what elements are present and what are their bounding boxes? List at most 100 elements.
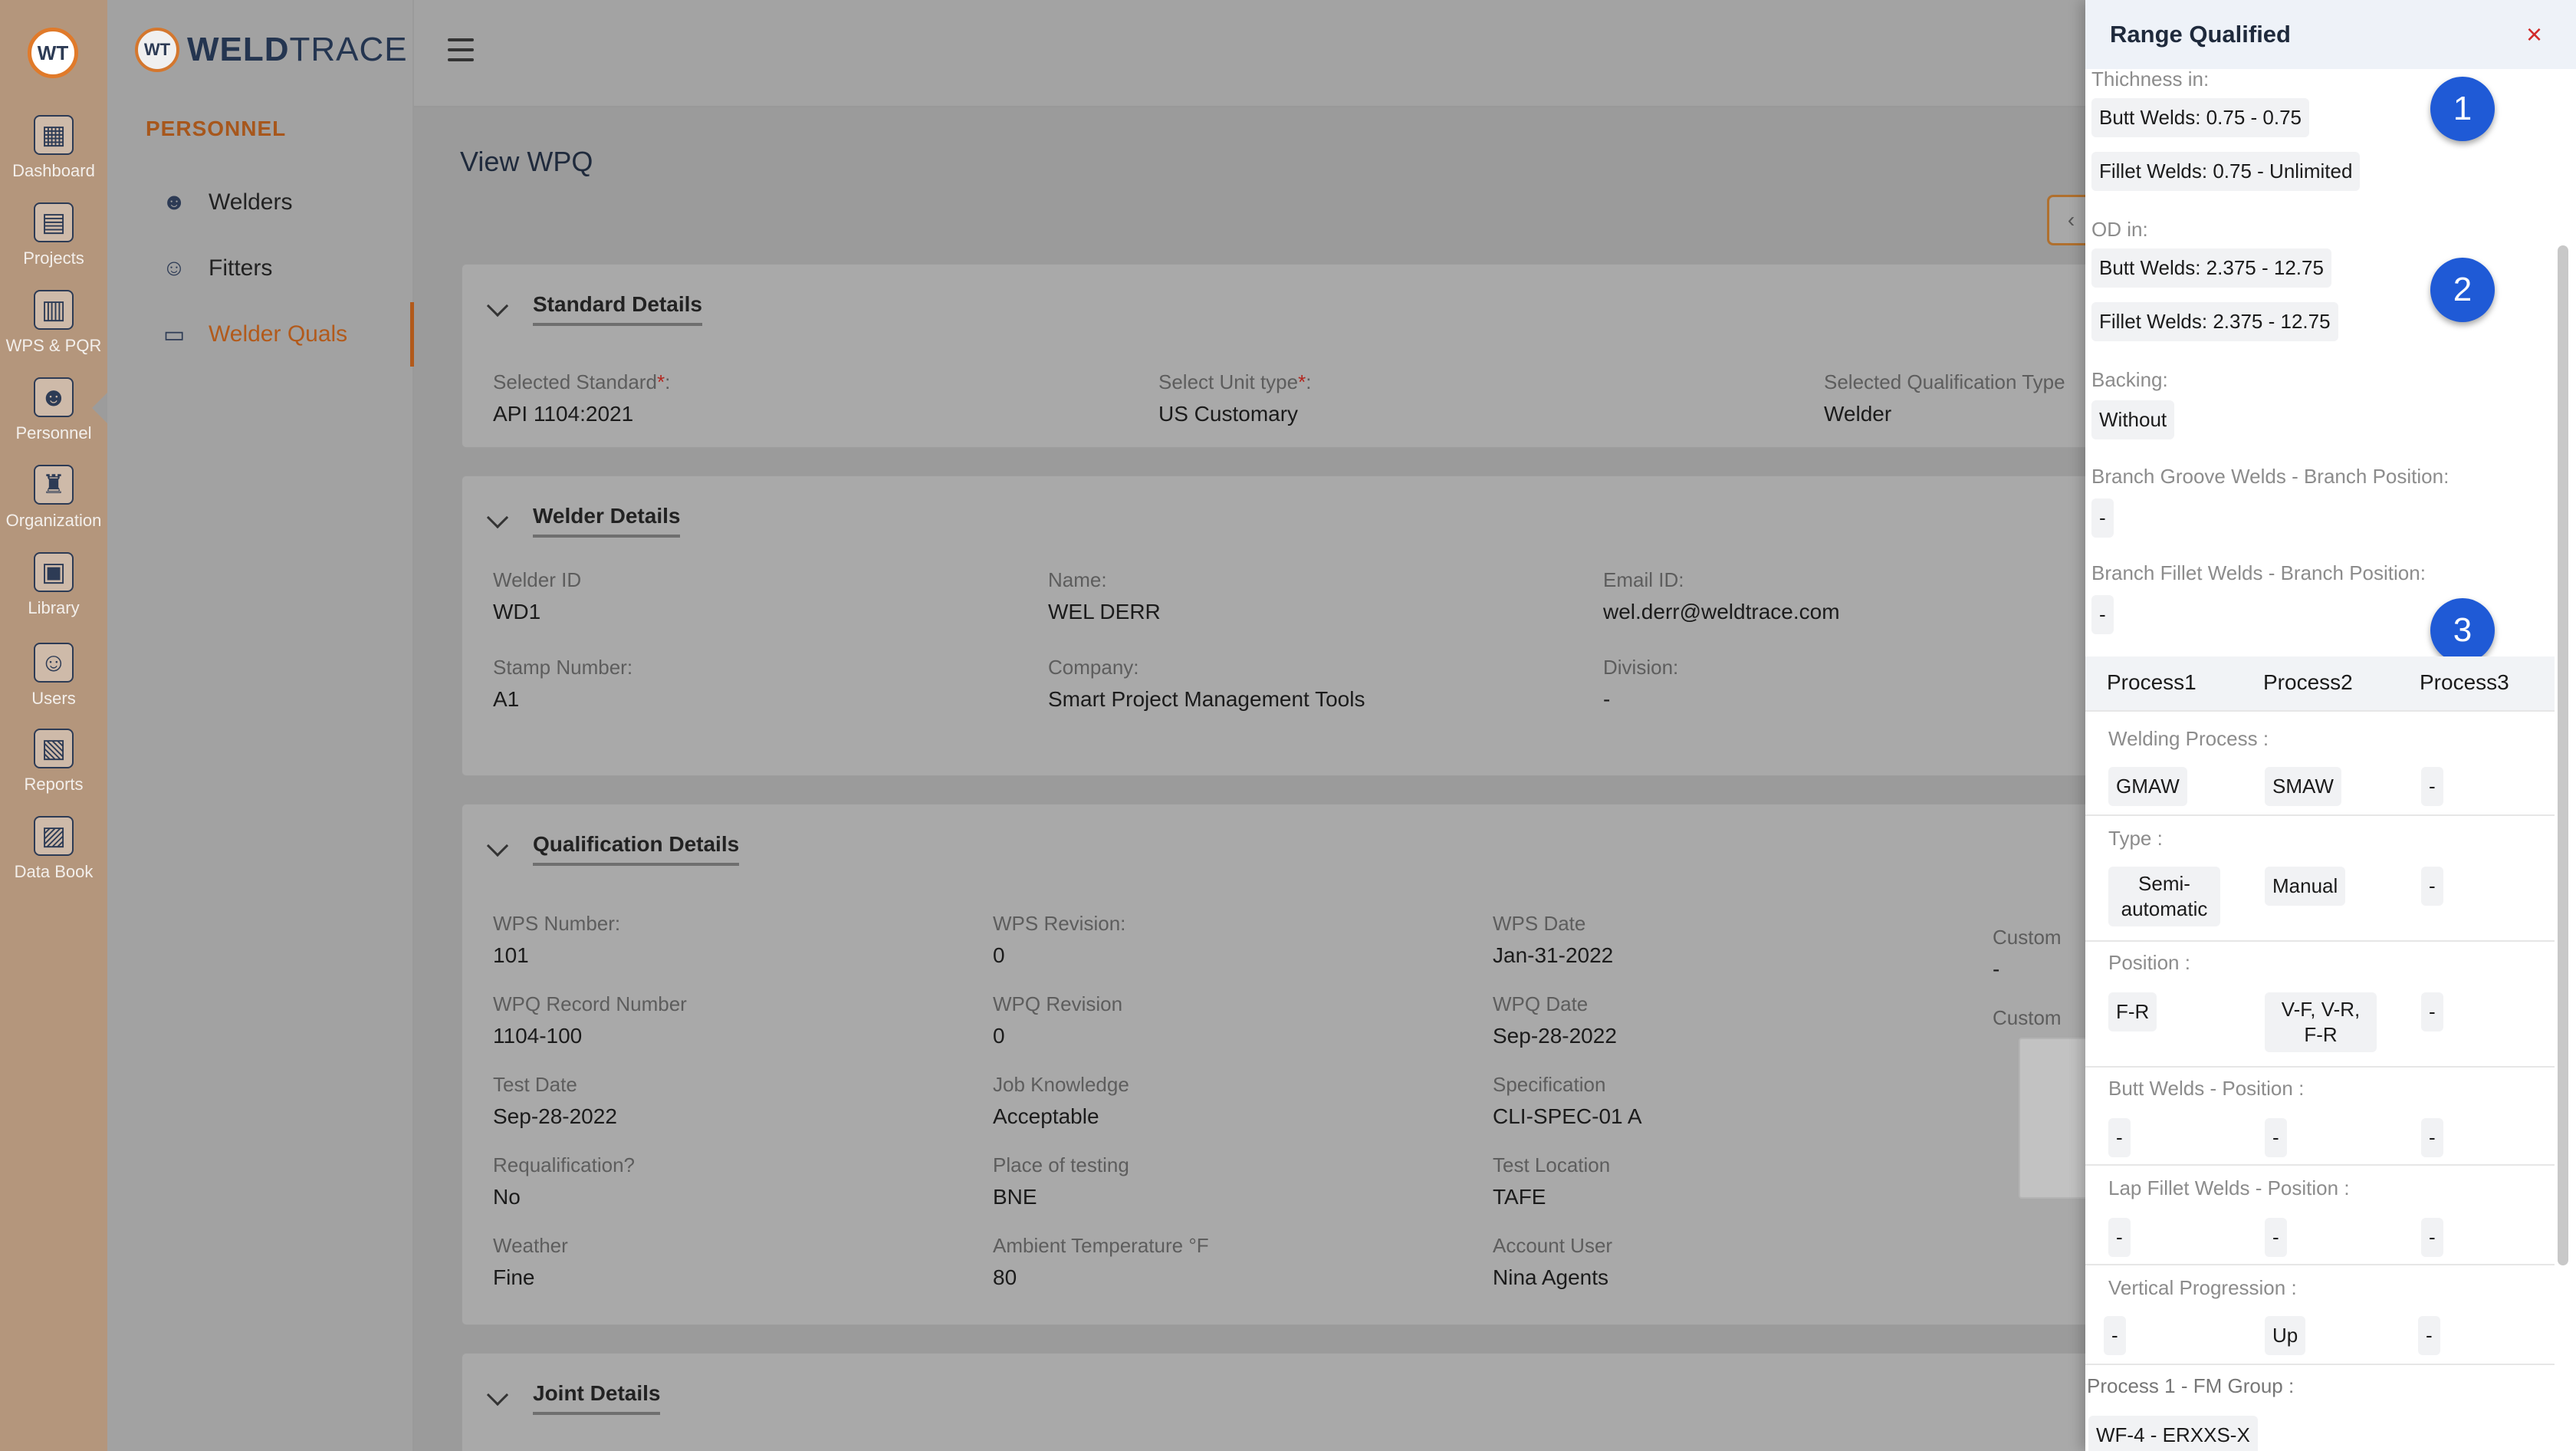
field-division: Division: - xyxy=(1603,656,1678,712)
card-title: Joint Details xyxy=(533,1381,661,1415)
table-divider xyxy=(2085,710,2555,712)
organization-icon: ♜ xyxy=(34,465,74,505)
field-label: Division: xyxy=(1603,656,1679,679)
field-value: Acceptable xyxy=(993,1104,1099,1128)
table-cell: - xyxy=(2421,867,2443,906)
rail-item-label: Users xyxy=(31,689,76,708)
field-wps-date: WPS Date Jan-31-2022 xyxy=(1493,912,1613,968)
top-bar xyxy=(414,0,2085,107)
field-value: US Customary xyxy=(1158,402,1299,426)
field-value: wel.derr@weldtrace.com xyxy=(1603,600,1840,624)
process-column-3: Process3 xyxy=(2420,670,2509,694)
field-value: 0 xyxy=(993,1024,1005,1048)
field-requalification: Requalification? No xyxy=(493,1153,635,1209)
projects-icon: ▤ xyxy=(34,202,74,242)
field-job-knowledge: Job Knowledge Acceptable xyxy=(993,1073,1129,1129)
table-divider xyxy=(2085,1066,2555,1068)
field-place-of-testing: Place of testing BNE xyxy=(993,1153,1129,1209)
table-cell: SMAW xyxy=(2265,767,2341,806)
rail-item-organization[interactable]: ♜ Organization xyxy=(0,465,107,549)
field-value: API 1104:2021 xyxy=(493,402,634,426)
rail-item-label: Personnel xyxy=(15,423,92,443)
field-label: Email ID: xyxy=(1603,568,1684,591)
rail-item-wps-pqr[interactable]: ▥ WPS & PQR xyxy=(0,290,107,374)
rail-item-data-book[interactable]: ▨ Data Book xyxy=(0,816,107,900)
od-fillet-chip: Fillet Welds: 2.375 - 12.75 xyxy=(2091,302,2338,341)
field-label: Selected Qualification Type xyxy=(1824,370,2065,393)
fm-group-label: Process 1 - FM Group : xyxy=(2087,1374,2295,1397)
qualification-details-toggle[interactable]: Qualification Details xyxy=(486,832,740,866)
drawer-scrollbar[interactable] xyxy=(2558,245,2568,1265)
step-marker-3: 3 xyxy=(2430,598,2495,663)
field-value: Sep-28-2022 xyxy=(493,1104,617,1128)
field-wpq-date: WPQ Date Sep-28-2022 xyxy=(1493,992,1617,1048)
field-value: No xyxy=(493,1185,521,1209)
drawer-header: Range Qualified × xyxy=(2085,0,2576,69)
table-cell: - xyxy=(2108,1218,2131,1257)
branch-fillet-chip: - xyxy=(2091,595,2114,634)
users-icon: ☺ xyxy=(34,643,74,683)
rail-item-label: Organization xyxy=(5,511,102,530)
field-label: Stamp Number: xyxy=(493,656,633,679)
field-custom-1: Custom - xyxy=(1993,926,2062,982)
backing-label: Backing: xyxy=(2091,368,2168,391)
rail-item-personnel[interactable]: ☻ Personnel xyxy=(0,377,107,462)
table-divider xyxy=(2085,1364,2555,1365)
sidebar-item-label: Welders xyxy=(209,189,293,215)
field-value: TAFE xyxy=(1493,1185,1546,1209)
table-cell: - xyxy=(2418,1316,2440,1355)
table-cell: - xyxy=(2104,1316,2126,1355)
table-divider xyxy=(2085,940,2555,942)
card-title: Qualification Details xyxy=(533,832,740,866)
close-icon[interactable]: × xyxy=(2526,18,2542,51)
field-value: Jan-31-2022 xyxy=(1493,943,1614,967)
backing-chip: Without xyxy=(2091,400,2175,439)
branch-groove-chip: - xyxy=(2091,498,2114,538)
field-label: Selected Standard xyxy=(493,370,657,393)
rail-item-label: Dashboard xyxy=(12,161,95,180)
field-label: Account User xyxy=(1493,1234,1613,1257)
rail-item-reports[interactable]: ▧ Reports xyxy=(0,729,107,813)
active-indicator xyxy=(92,393,107,423)
rail-item-dashboard[interactable]: ▦ Dashboard xyxy=(0,115,107,199)
thickness-butt-chip: Butt Welds: 0.75 - 0.75 xyxy=(2091,98,2309,137)
app-logo[interactable]: WT xyxy=(28,28,78,78)
brand-name-bold: WELD xyxy=(187,31,290,68)
fm-group-chip: WF-4 - ERXXS-X xyxy=(2088,1416,2258,1451)
sidebar-item-welders[interactable]: ☻ Welders xyxy=(107,170,414,235)
table-cell: - xyxy=(2265,1118,2287,1157)
brand-logo[interactable]: WT WELDTRACE xyxy=(135,28,408,72)
rail-item-library[interactable]: ▣ Library xyxy=(0,552,107,637)
field-test-location: Test Location TAFE xyxy=(1493,1153,1610,1209)
field-value: A1 xyxy=(493,687,520,711)
standard-details-toggle[interactable]: Standard Details xyxy=(486,292,702,326)
library-icon: ▣ xyxy=(34,552,74,592)
field-value: CLI-SPEC-01 A xyxy=(1493,1104,1642,1128)
sidebar-section-title: PERSONNEL xyxy=(146,117,287,140)
table-cell: - xyxy=(2421,992,2443,1031)
joint-details-toggle[interactable]: Joint Details xyxy=(486,1381,661,1415)
field-custom-2: Custom xyxy=(1993,1006,2062,1030)
sidebar-item-fitters[interactable]: ☺ Fitters xyxy=(107,236,414,301)
main-content: View WPQ ‹ Standard Details Selected Sta… xyxy=(414,107,2148,1451)
chevron-down-icon xyxy=(486,834,509,857)
field-account-user: Account User Nina Agents xyxy=(1493,1234,1612,1290)
field-wpq-record-number: WPQ Record Number 1104-100 xyxy=(493,992,687,1048)
personnel-icon: ☻ xyxy=(34,377,74,417)
joint-details-card: Joint Details xyxy=(462,1353,2148,1451)
row-label-butt-welds-position: Butt Welds - Position : xyxy=(2108,1077,2305,1100)
rail-item-users[interactable]: ☺ Users xyxy=(0,643,107,727)
rail-item-label: Library xyxy=(28,598,80,617)
rail-item-label: Reports xyxy=(24,775,84,794)
row-label-type: Type : xyxy=(2108,827,2163,850)
chevron-down-icon xyxy=(486,294,509,318)
rail-item-projects[interactable]: ▤ Projects xyxy=(0,202,107,287)
menu-toggle-icon[interactable] xyxy=(448,38,474,61)
welder-details-toggle[interactable]: Welder Details xyxy=(486,504,681,538)
field-value: BNE xyxy=(993,1185,1037,1209)
wps-pqr-icon: ▥ xyxy=(34,290,74,330)
dashboard-icon: ▦ xyxy=(34,115,74,155)
sidebar-item-welder-quals[interactable]: ▭ Welder Quals xyxy=(107,302,414,367)
table-cell: - xyxy=(2421,1118,2443,1157)
field-label: Select Unit type xyxy=(1158,370,1299,393)
